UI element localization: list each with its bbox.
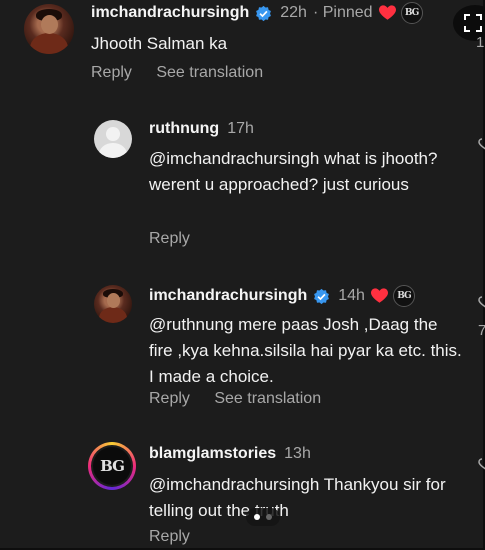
bg-badge-icon: BG — [392, 285, 415, 307]
heart-icon — [370, 288, 388, 303]
comment-time: 17h — [227, 120, 254, 137]
comment-text: @imchandrachursingh what is jhooth? were… — [149, 149, 438, 194]
avatar-logo: BG — [93, 447, 131, 485]
like-icon[interactable] — [478, 458, 485, 472]
like-count: 7 — [478, 322, 485, 339]
reply-button[interactable]: Reply — [149, 390, 190, 407]
comment-time: 13h — [284, 445, 311, 462]
comment-time: 14h — [338, 287, 365, 304]
verified-icon — [314, 288, 330, 304]
like-icon[interactable] — [478, 138, 485, 152]
comment-username[interactable]: imchandrachursingh — [149, 287, 307, 305]
like-icon[interactable] — [478, 296, 485, 310]
verified-icon — [256, 5, 272, 21]
reply-button[interactable]: Reply — [91, 64, 132, 81]
pinned-label: · Pinned — [312, 4, 373, 21]
see-translation-link[interactable]: See translation — [214, 390, 321, 407]
carousel-dot — [254, 514, 260, 520]
avatar[interactable] — [24, 4, 74, 54]
comment-time: 22h — [280, 4, 307, 21]
comment-username[interactable]: ruthnung — [149, 120, 219, 138]
like-count: 1 — [476, 34, 485, 51]
carousel-dot — [266, 514, 272, 520]
reply-button[interactable]: Reply — [149, 230, 190, 247]
avatar[interactable] — [94, 285, 132, 323]
heart-icon — [378, 5, 396, 20]
comment-username[interactable]: blamglamstories — [149, 445, 276, 463]
comment-username[interactable]: imchandrachursingh — [91, 4, 249, 22]
carousel-indicator — [246, 508, 280, 526]
see-translation-link[interactable]: See translation — [156, 64, 263, 81]
avatar[interactable]: BG — [88, 442, 136, 490]
comment-text: @imchandrachursingh Thankyou sir for tel… — [149, 475, 446, 520]
reply-button[interactable]: Reply — [149, 528, 190, 545]
bg-badge-icon: BG — [400, 2, 423, 24]
comment-text: @ruthnung mere paas Josh ,Daag the fire … — [149, 315, 462, 386]
expand-icon — [464, 14, 482, 32]
avatar[interactable] — [94, 120, 132, 158]
comment-text: Jhooth Salman ka — [91, 34, 228, 53]
comments-panel: imchandrachursingh 22h · Pinned BG Jhoot… — [0, 0, 485, 550]
